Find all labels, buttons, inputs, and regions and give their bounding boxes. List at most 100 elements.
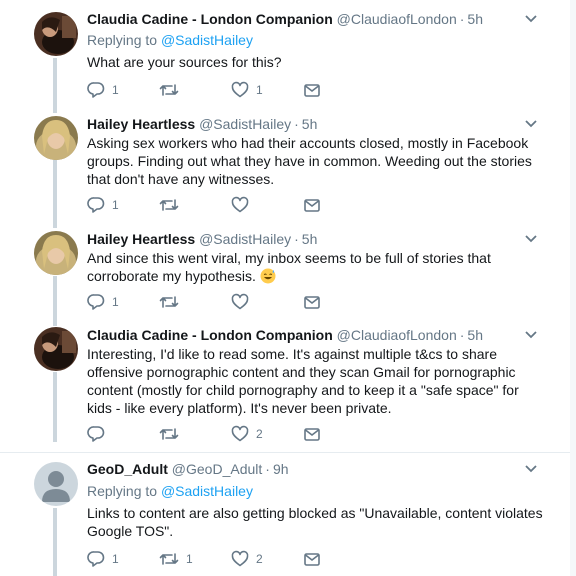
retweet-count: 1 — [186, 552, 193, 566]
display-name[interactable]: Claudia Cadine - London Companion — [87, 327, 333, 343]
reply-button[interactable]: 1 — [87, 80, 119, 100]
retweet-icon — [159, 553, 179, 565]
user-handle[interactable]: @SadistHailey — [199, 116, 291, 132]
reply-icon — [87, 294, 105, 310]
user-handle[interactable]: @SadistHailey — [199, 231, 291, 247]
retweet-icon — [159, 296, 179, 308]
tweet[interactable]: Hailey Heartless @SadistHailey · 5h And si… — [0, 228, 576, 326]
retweet-button[interactable] — [159, 292, 186, 312]
retweet-button[interactable]: 1 — [159, 549, 193, 569]
separator-dot: · — [294, 231, 299, 247]
like-icon — [231, 293, 249, 310]
reply-icon — [87, 426, 105, 442]
reply-button[interactable]: 1 — [87, 549, 119, 569]
tweet[interactable]: GeoD_Adult @GeoD_Adult · 9h Replying to @S… — [0, 453, 576, 576]
timestamp[interactable]: 5h — [302, 231, 318, 247]
chevron-down-icon[interactable] — [524, 330, 538, 340]
like-count: 2 — [256, 427, 263, 441]
direct-message-button[interactable] — [303, 80, 321, 100]
like-button[interactable] — [231, 292, 256, 312]
chevron-down-icon[interactable] — [524, 14, 538, 24]
tweet-text: What are your sources for this? — [87, 54, 282, 70]
replying-to: Replying to @SadistHailey — [87, 483, 253, 500]
direct-message-button[interactable] — [303, 195, 321, 215]
reply-count: 1 — [112, 552, 119, 566]
reply-button[interactable] — [87, 424, 112, 444]
tweet[interactable]: Claudia Cadine - London Companion @Claud… — [0, 0, 576, 113]
tweet-text: Interesting, I'd like to read some. It's… — [87, 346, 519, 416]
like-button[interactable] — [231, 195, 256, 215]
display-name[interactable]: Hailey Heartless — [87, 231, 195, 247]
tweet[interactable]: Hailey Heartless @SadistHailey · 5h Asking… — [0, 113, 576, 228]
reply-icon — [87, 197, 105, 213]
timestamp[interactable]: 5h — [467, 11, 483, 27]
direct-message-button[interactable] — [303, 292, 321, 312]
direct-message-button[interactable] — [303, 424, 321, 444]
replying-prefix: Replying to — [87, 483, 158, 499]
reply-button[interactable]: 1 — [87, 292, 119, 312]
like-icon — [231, 550, 249, 567]
scrollbar[interactable] — [570, 0, 576, 576]
tweet-text-content: And since this went viral, my inbox seem… — [87, 250, 491, 284]
like-count: 1 — [256, 83, 263, 97]
chevron-down-icon[interactable] — [524, 464, 538, 474]
tweet-actions: 1 — [87, 195, 347, 215]
tweet-header: Claudia Cadine - London Companion @Claud… — [87, 327, 483, 344]
direct-message-icon — [304, 553, 320, 566]
tweet-header: Claudia Cadine - London Companion @Claud… — [87, 11, 483, 28]
user-handle[interactable]: @GeoD_Adult — [172, 461, 262, 477]
timestamp[interactable]: 5h — [467, 327, 483, 343]
tweet-actions: 1 1 2 — [87, 549, 347, 569]
direct-message-icon — [304, 199, 320, 212]
like-button[interactable]: 2 — [231, 549, 263, 569]
tweet-header: Hailey Heartless @SadistHailey · 5h — [87, 231, 317, 248]
tweet-actions: 2 — [87, 424, 347, 444]
grinning-sweat-emoji — [260, 268, 276, 284]
user-handle[interactable]: @ClaudiaofLondon — [337, 11, 457, 27]
tweet-text: Asking sex workers who had their account… — [87, 135, 532, 187]
avatar[interactable] — [34, 12, 78, 56]
reply-button[interactable]: 1 — [87, 195, 119, 215]
tweet-actions: 1 — [87, 292, 347, 312]
avatar[interactable] — [34, 327, 78, 371]
tweet-header: GeoD_Adult @GeoD_Adult · 9h — [87, 461, 289, 478]
tweet-text: Links to content are also getting blocke… — [87, 505, 543, 539]
separator-dot: · — [459, 327, 465, 343]
replying-prefix: Replying to — [87, 32, 158, 48]
display-name[interactable]: Claudia Cadine - London Companion — [87, 11, 333, 27]
retweet-icon — [159, 428, 179, 440]
avatar[interactable] — [34, 231, 78, 275]
timestamp[interactable]: 9h — [273, 461, 289, 477]
separator-dot: · — [459, 11, 465, 27]
like-count: 2 — [256, 552, 263, 566]
retweet-icon — [159, 84, 179, 96]
separator-dot: · — [294, 116, 299, 132]
tweet-text: And since this went viral, my inbox seem… — [87, 249, 547, 285]
replying-to-link[interactable]: @SadistHailey — [161, 32, 253, 48]
user-handle[interactable]: @ClaudiaofLondon — [337, 327, 457, 343]
like-icon — [231, 196, 249, 213]
retweet-button[interactable] — [159, 195, 186, 215]
display-name[interactable]: Hailey Heartless — [87, 116, 195, 132]
replying-to-link[interactable]: @SadistHailey — [161, 483, 253, 499]
avatar[interactable] — [34, 462, 78, 506]
avatar[interactable] — [34, 116, 78, 160]
like-icon — [231, 81, 249, 98]
like-button[interactable]: 1 — [231, 80, 263, 100]
reply-icon — [87, 551, 105, 567]
chevron-down-icon[interactable] — [524, 234, 538, 244]
display-name[interactable]: GeoD_Adult — [87, 461, 168, 477]
chevron-down-icon[interactable] — [524, 119, 538, 129]
direct-message-button[interactable] — [303, 549, 321, 569]
reply-count: 1 — [112, 295, 119, 309]
retweet-button[interactable] — [159, 80, 186, 100]
retweet-button[interactable] — [159, 424, 186, 444]
timestamp[interactable]: 5h — [302, 116, 318, 132]
tweet-header: Hailey Heartless @SadistHailey · 5h — [87, 116, 317, 133]
direct-message-icon — [304, 296, 320, 309]
like-icon — [231, 425, 249, 442]
retweet-icon — [159, 199, 179, 211]
like-button[interactable]: 2 — [231, 424, 263, 444]
tweet[interactable]: Claudia Cadine - London Companion @Claud… — [0, 326, 576, 452]
reply-icon — [87, 82, 105, 98]
